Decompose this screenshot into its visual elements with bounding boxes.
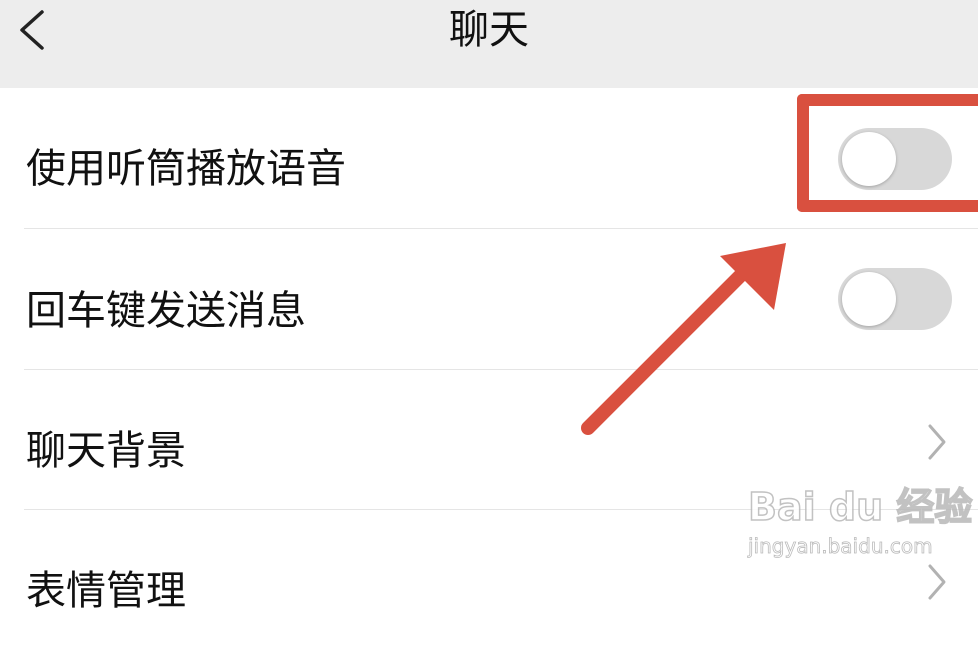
setting-label: 回车键发送消息	[26, 288, 306, 334]
setting-label: 聊天背景	[26, 428, 186, 474]
navigation-bar: 聊天	[0, 0, 978, 88]
baidu-jingyan-watermark: Bai du 经验 jingyan.baidu.com	[747, 476, 978, 576]
page-title: 聊天	[449, 7, 529, 53]
setting-label: 表情管理	[26, 568, 186, 614]
setting-label: 使用听筒播放语音	[26, 146, 346, 192]
toggle-knob	[842, 272, 896, 326]
chevron-right-icon	[928, 424, 946, 460]
setting-row-enter-send[interactable]: 回车键发送消息	[0, 229, 978, 369]
annotation-highlight-box	[797, 94, 978, 212]
watermark-url: jingyan.baidu.com	[748, 534, 933, 559]
enter-send-toggle[interactable]	[838, 268, 952, 330]
watermark-brand: Bai du 经验	[747, 484, 973, 530]
